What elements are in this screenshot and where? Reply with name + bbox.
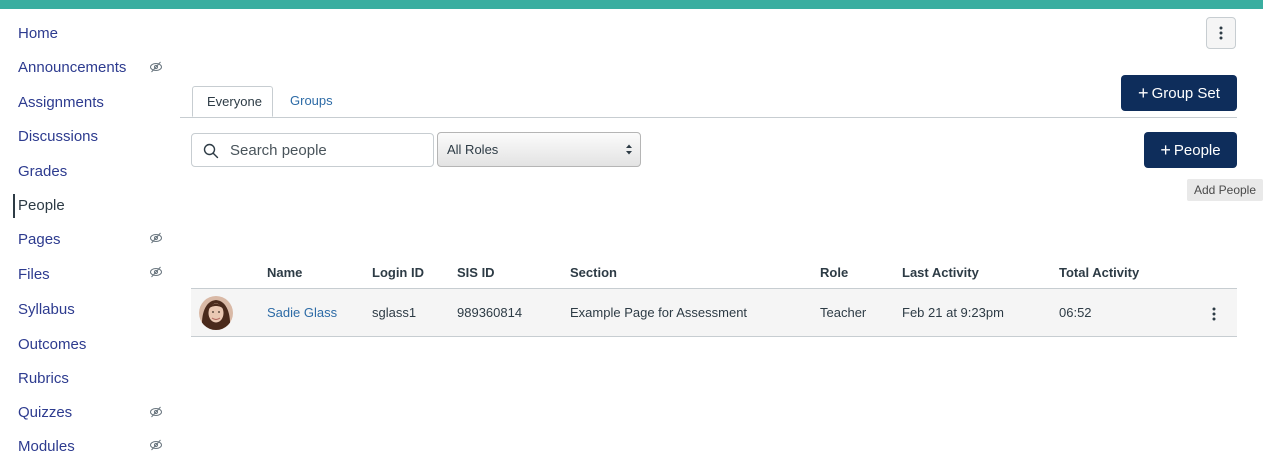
nav-syllabus[interactable]: Syllabus bbox=[18, 298, 75, 322]
select-arrows-icon bbox=[626, 144, 632, 155]
nav-files[interactable]: Files bbox=[18, 263, 50, 287]
add-people-button[interactable]: + People bbox=[1144, 132, 1237, 168]
column-header-login-id[interactable]: Login ID bbox=[372, 265, 424, 280]
roles-select[interactable]: All Roles bbox=[437, 132, 641, 167]
main-panel: Home Announcements Assignments Discussio… bbox=[0, 9, 1263, 460]
column-header-sis-id[interactable]: SIS ID bbox=[457, 265, 495, 280]
plus-icon: + bbox=[1160, 140, 1171, 160]
group-set-button-label: Group Set bbox=[1151, 85, 1220, 102]
nav-discussions[interactable]: Discussions bbox=[18, 125, 98, 149]
nav-home[interactable]: Home bbox=[18, 22, 58, 46]
role-cell: Teacher bbox=[820, 305, 867, 320]
column-header-role[interactable]: Role bbox=[820, 265, 848, 280]
eye-slash-icon bbox=[150, 61, 162, 73]
last-activity-cell: Feb 21 at 9:23pm bbox=[902, 305, 1004, 320]
column-header-last-activity[interactable]: Last Activity bbox=[902, 265, 979, 280]
nav-outcomes[interactable]: Outcomes bbox=[18, 333, 86, 357]
tab-divider bbox=[180, 117, 1237, 118]
tab-groups[interactable]: Groups bbox=[276, 86, 347, 117]
person-name-link[interactable]: Sadie Glass bbox=[267, 305, 337, 320]
nav-rubrics[interactable]: Rubrics bbox=[18, 367, 69, 391]
column-header-section[interactable]: Section bbox=[570, 265, 617, 280]
eye-slash-icon bbox=[150, 406, 162, 418]
add-people-tooltip: Add People bbox=[1187, 179, 1263, 201]
nav-grades[interactable]: Grades bbox=[18, 160, 67, 184]
people-button-label: People bbox=[1173, 142, 1221, 159]
eye-slash-icon bbox=[150, 439, 162, 451]
tab-everyone[interactable]: Everyone bbox=[192, 86, 273, 117]
search-icon bbox=[203, 143, 219, 159]
column-header-total-activity[interactable]: Total Activity bbox=[1059, 265, 1139, 280]
row-options-icon[interactable] bbox=[1205, 304, 1223, 324]
page-options-button[interactable] bbox=[1206, 17, 1236, 49]
people-table-header: Name Login ID SIS ID Section Role Last A… bbox=[191, 261, 1237, 289]
login-id-cell: sglass1 bbox=[372, 305, 417, 320]
nav-quizzes[interactable]: Quizzes bbox=[18, 401, 72, 425]
nav-announcements[interactable]: Announcements bbox=[18, 56, 126, 80]
table-row: Sadie Glass sglass1 989360814 Example Pa… bbox=[191, 288, 1237, 337]
plus-icon: + bbox=[1138, 83, 1149, 103]
search-field[interactable] bbox=[191, 133, 434, 167]
nav-pages[interactable]: Pages bbox=[18, 228, 61, 252]
roles-select-value: All Roles bbox=[447, 142, 499, 157]
section-cell: Example Page for Assessment bbox=[570, 305, 748, 320]
search-input[interactable] bbox=[230, 134, 425, 166]
vertical-ellipsis-icon bbox=[1219, 26, 1223, 40]
nav-assignments[interactable]: Assignments bbox=[18, 91, 104, 115]
nav-people[interactable]: People bbox=[13, 194, 65, 218]
nav-modules[interactable]: Modules bbox=[18, 435, 75, 459]
eye-slash-icon bbox=[150, 266, 162, 278]
column-header-name[interactable]: Name bbox=[267, 265, 302, 280]
avatar bbox=[199, 296, 233, 330]
total-activity-cell: 06:52 bbox=[1059, 305, 1092, 320]
add-group-set-button[interactable]: + Group Set bbox=[1121, 75, 1237, 111]
eye-slash-icon bbox=[150, 232, 162, 244]
sis-id-cell: 989360814 bbox=[457, 305, 523, 320]
